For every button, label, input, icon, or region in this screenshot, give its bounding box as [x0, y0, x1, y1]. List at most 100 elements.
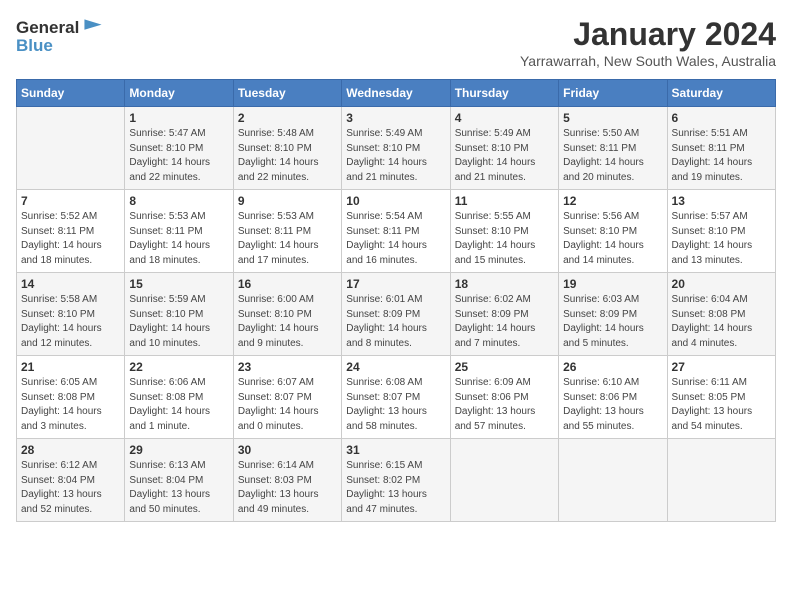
day-info: Sunrise: 5:51 AM Sunset: 8:11 PM Dayligh…: [672, 127, 771, 185]
day-number: 19: [563, 277, 662, 291]
day-cell: 31 Sunrise: 6:15 AM Sunset: 8:02 PM Dayli…: [342, 439, 450, 522]
day-number: 20: [672, 277, 771, 291]
day-info: Sunrise: 6:02 AM Sunset: 8:09 PM Dayligh…: [455, 293, 554, 351]
day-cell: 19 Sunrise: 6:03 AM Sunset: 8:09 PM Dayli…: [559, 273, 667, 356]
day-cell: 11 Sunrise: 5:55 AM Sunset: 8:10 PM Dayli…: [450, 190, 558, 273]
day-cell: 22Sunrise: 6:06 AM Sunset: 8:08 PM Dayli…: [125, 356, 233, 439]
day-cell: 5Sunrise: 5:50 AM Sunset: 8:11 PM Daylig…: [559, 107, 667, 190]
day-info: Sunrise: 6:13 AM Sunset: 8:04 PM Dayligh…: [129, 459, 228, 517]
day-info: Sunrise: 6:03 AM Sunset: 8:09 PM Dayligh…: [563, 293, 662, 351]
week-row-1: 1 Sunrise: 5:47 AM Sunset: 8:10 PM Daylig…: [17, 107, 776, 190]
calendar-subtitle: Yarrawarrah, New South Wales, Australia: [520, 53, 776, 69]
day-info: Sunrise: 6:01 AM Sunset: 8:09 PM Dayligh…: [346, 293, 445, 351]
week-row-5: 28Sunrise: 6:12 AM Sunset: 8:04 PM Dayli…: [17, 439, 776, 522]
day-number: 1: [129, 111, 228, 125]
week-row-2: 7Sunrise: 5:52 AM Sunset: 8:11 PM Daylig…: [17, 190, 776, 273]
week-row-4: 21 Sunrise: 6:05 AM Sunset: 8:08 PM Dayli…: [17, 356, 776, 439]
day-number: 21: [21, 360, 120, 374]
day-cell: 12Sunrise: 5:56 AM Sunset: 8:10 PM Dayli…: [559, 190, 667, 273]
page-header: General Blue January 2024 Yarrawarrah, N…: [16, 16, 776, 69]
day-number: 17: [346, 277, 445, 291]
day-number: 27: [672, 360, 771, 374]
day-cell: 10 Sunrise: 5:54 AM Sunset: 8:11 PM Dayli…: [342, 190, 450, 273]
day-number: 8: [129, 194, 228, 208]
day-cell: 17 Sunrise: 6:01 AM Sunset: 8:09 PM Dayli…: [342, 273, 450, 356]
day-cell: 2 Sunrise: 5:48 AM Sunset: 8:10 PM Daylig…: [233, 107, 341, 190]
day-info: Sunrise: 6:06 AM Sunset: 8:08 PM Dayligh…: [129, 376, 228, 434]
day-cell: 4 Sunrise: 5:49 AM Sunset: 8:10 PM Daylig…: [450, 107, 558, 190]
day-number: 4: [455, 111, 554, 125]
day-cell: 28Sunrise: 6:12 AM Sunset: 8:04 PM Dayli…: [17, 439, 125, 522]
day-number: 23: [238, 360, 337, 374]
day-cell: 6Sunrise: 5:51 AM Sunset: 8:11 PM Daylig…: [667, 107, 775, 190]
header-cell-friday: Friday: [559, 80, 667, 107]
header-cell-thursday: Thursday: [450, 80, 558, 107]
day-number: 18: [455, 277, 554, 291]
day-cell: 16 Sunrise: 6:00 AM Sunset: 8:10 PM Dayli…: [233, 273, 341, 356]
day-info: Sunrise: 5:55 AM Sunset: 8:10 PM Dayligh…: [455, 210, 554, 268]
day-info: Sunrise: 5:48 AM Sunset: 8:10 PM Dayligh…: [238, 127, 337, 185]
day-info: Sunrise: 6:10 AM Sunset: 8:06 PM Dayligh…: [563, 376, 662, 434]
day-number: 16: [238, 277, 337, 291]
title-area: January 2024 Yarrawarrah, New South Wale…: [520, 16, 776, 69]
calendar-title: January 2024: [520, 16, 776, 53]
day-cell: 26 Sunrise: 6:10 AM Sunset: 8:06 PM Dayli…: [559, 356, 667, 439]
day-number: 14: [21, 277, 120, 291]
day-cell: 14Sunrise: 5:58 AM Sunset: 8:10 PM Dayli…: [17, 273, 125, 356]
day-number: 2: [238, 111, 337, 125]
day-cell: 25Sunrise: 6:09 AM Sunset: 8:06 PM Dayli…: [450, 356, 558, 439]
day-cell: 13 Sunrise: 5:57 AM Sunset: 8:10 PM Dayli…: [667, 190, 775, 273]
day-cell: 1 Sunrise: 5:47 AM Sunset: 8:10 PM Daylig…: [125, 107, 233, 190]
day-cell: 21 Sunrise: 6:05 AM Sunset: 8:08 PM Dayli…: [17, 356, 125, 439]
day-info: Sunrise: 6:07 AM Sunset: 8:07 PM Dayligh…: [238, 376, 337, 434]
day-cell: 29 Sunrise: 6:13 AM Sunset: 8:04 PM Dayli…: [125, 439, 233, 522]
day-cell: 9 Sunrise: 5:53 AM Sunset: 8:11 PM Daylig…: [233, 190, 341, 273]
day-cell: [450, 439, 558, 522]
day-info: Sunrise: 5:47 AM Sunset: 8:10 PM Dayligh…: [129, 127, 228, 185]
logo-blue-text: Blue: [16, 36, 53, 56]
header-cell-saturday: Saturday: [667, 80, 775, 107]
day-info: Sunrise: 5:52 AM Sunset: 8:11 PM Dayligh…: [21, 210, 120, 268]
day-info: Sunrise: 6:12 AM Sunset: 8:04 PM Dayligh…: [21, 459, 120, 517]
header-cell-tuesday: Tuesday: [233, 80, 341, 107]
day-info: Sunrise: 6:15 AM Sunset: 8:02 PM Dayligh…: [346, 459, 445, 517]
day-number: 31: [346, 443, 445, 457]
calendar-body: 1 Sunrise: 5:47 AM Sunset: 8:10 PM Daylig…: [17, 107, 776, 522]
day-cell: 20Sunrise: 6:04 AM Sunset: 8:08 PM Dayli…: [667, 273, 775, 356]
day-info: Sunrise: 6:14 AM Sunset: 8:03 PM Dayligh…: [238, 459, 337, 517]
header-row: SundayMondayTuesdayWednesdayThursdayFrid…: [17, 80, 776, 107]
day-number: 9: [238, 194, 337, 208]
day-number: 29: [129, 443, 228, 457]
day-info: Sunrise: 6:00 AM Sunset: 8:10 PM Dayligh…: [238, 293, 337, 351]
day-cell: 18 Sunrise: 6:02 AM Sunset: 8:09 PM Dayli…: [450, 273, 558, 356]
day-number: 11: [455, 194, 554, 208]
day-info: Sunrise: 5:57 AM Sunset: 8:10 PM Dayligh…: [672, 210, 771, 268]
day-info: Sunrise: 5:54 AM Sunset: 8:11 PM Dayligh…: [346, 210, 445, 268]
day-info: Sunrise: 6:09 AM Sunset: 8:06 PM Dayligh…: [455, 376, 554, 434]
day-info: Sunrise: 5:49 AM Sunset: 8:10 PM Dayligh…: [455, 127, 554, 185]
calendar-header: SundayMondayTuesdayWednesdayThursdayFrid…: [17, 80, 776, 107]
header-cell-sunday: Sunday: [17, 80, 125, 107]
day-cell: 30 Sunrise: 6:14 AM Sunset: 8:03 PM Dayli…: [233, 439, 341, 522]
day-info: Sunrise: 5:50 AM Sunset: 8:11 PM Dayligh…: [563, 127, 662, 185]
day-number: 10: [346, 194, 445, 208]
day-number: 13: [672, 194, 771, 208]
day-cell: [559, 439, 667, 522]
day-number: 24: [346, 360, 445, 374]
day-info: Sunrise: 6:05 AM Sunset: 8:08 PM Dayligh…: [21, 376, 120, 434]
day-cell: 24Sunrise: 6:08 AM Sunset: 8:07 PM Dayli…: [342, 356, 450, 439]
day-info: Sunrise: 6:11 AM Sunset: 8:05 PM Dayligh…: [672, 376, 771, 434]
week-row-3: 14Sunrise: 5:58 AM Sunset: 8:10 PM Dayli…: [17, 273, 776, 356]
day-cell: [667, 439, 775, 522]
day-number: 26: [563, 360, 662, 374]
day-cell: 3Sunrise: 5:49 AM Sunset: 8:10 PM Daylig…: [342, 107, 450, 190]
day-info: Sunrise: 5:53 AM Sunset: 8:11 PM Dayligh…: [238, 210, 337, 268]
day-cell: 27 Sunrise: 6:11 AM Sunset: 8:05 PM Dayli…: [667, 356, 775, 439]
day-number: 15: [129, 277, 228, 291]
day-cell: 15 Sunrise: 5:59 AM Sunset: 8:10 PM Dayli…: [125, 273, 233, 356]
day-number: 30: [238, 443, 337, 457]
day-info: Sunrise: 5:53 AM Sunset: 8:11 PM Dayligh…: [129, 210, 228, 268]
day-info: Sunrise: 5:59 AM Sunset: 8:10 PM Dayligh…: [129, 293, 228, 351]
day-cell: 23 Sunrise: 6:07 AM Sunset: 8:07 PM Dayli…: [233, 356, 341, 439]
logo-flag-icon: [81, 16, 105, 40]
